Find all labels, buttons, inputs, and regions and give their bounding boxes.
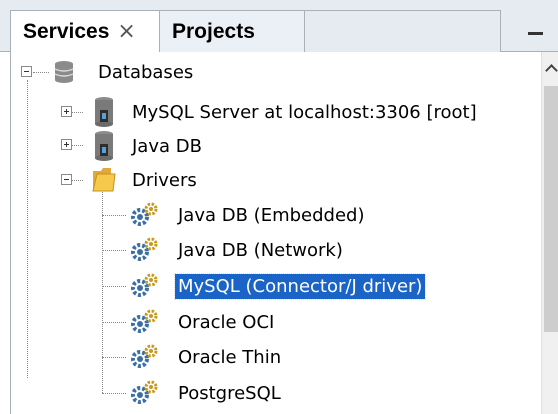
minimize-icon[interactable] xyxy=(528,32,543,35)
scrollbar-thumb[interactable] xyxy=(544,86,558,332)
tree-node-label: Oracle Thin xyxy=(178,346,282,368)
tab-projects-label: Projects xyxy=(172,19,255,43)
tab-services-label: Services xyxy=(23,20,110,43)
tree-node-driver[interactable]: Java DB (Embedded) xyxy=(175,198,367,232)
close-icon[interactable]: × xyxy=(117,21,135,43)
driver-gear-icon xyxy=(131,237,158,261)
vertical-scrollbar[interactable] xyxy=(541,52,558,414)
tree-node-label: Java DB (Embedded) xyxy=(178,204,365,226)
database-icon xyxy=(54,61,74,83)
tab-projects[interactable]: Projects xyxy=(160,10,305,52)
tree-node-label: Drivers xyxy=(132,169,197,191)
tree-node-java-db[interactable]: Java DB xyxy=(129,129,205,163)
collapse-toggle-databases[interactable] xyxy=(21,66,32,77)
tree-guide-line xyxy=(102,357,126,358)
tree-node-label: PostgreSQL xyxy=(178,382,281,404)
tree-node-label: Oracle OCI xyxy=(178,311,275,333)
tree-node-driver-selected[interactable]: MySQL (Connector/J driver) xyxy=(173,269,427,303)
tree-guide-line xyxy=(102,250,126,251)
window-tab-bar: Services × Projects xyxy=(0,0,558,53)
tree-node-label: MySQL Server at localhost:3306 [root] xyxy=(132,101,477,123)
tree-node-driver[interactable]: Java DB (Network) xyxy=(175,233,346,267)
expand-toggle-java-db[interactable] xyxy=(61,139,72,150)
tree-guide-line xyxy=(102,215,126,216)
collapse-toggle-drivers[interactable] xyxy=(61,174,72,185)
server-icon xyxy=(95,131,113,161)
tree-guide-line xyxy=(27,80,28,378)
driver-gear-icon xyxy=(131,202,158,226)
server-icon xyxy=(95,97,113,127)
services-panel: Databases MySQL Server at localhost:3306… xyxy=(10,52,558,414)
tree-guide-line xyxy=(71,112,83,113)
tab-strip-filler xyxy=(305,10,501,52)
driver-gear-icon xyxy=(131,380,158,404)
tree-node-drivers[interactable]: Drivers xyxy=(129,163,200,197)
tree-guide-line xyxy=(71,180,83,181)
tree-node-mysql-server[interactable]: MySQL Server at localhost:3306 [root] xyxy=(129,95,480,129)
tree-node-label: Java DB (Network) xyxy=(178,239,343,261)
tree-guide-line xyxy=(102,322,126,323)
tree-guide-line xyxy=(102,192,103,393)
tree-guide-line xyxy=(71,145,83,146)
services-tree: Databases MySQL Server at localhost:3306… xyxy=(11,52,541,414)
tree-node-driver[interactable]: Oracle OCI xyxy=(175,305,277,339)
driver-gear-icon xyxy=(131,344,158,368)
tree-node-databases[interactable]: Databases xyxy=(95,55,196,89)
tree-node-driver[interactable]: Oracle Thin xyxy=(175,340,284,374)
folder-icon xyxy=(92,168,116,192)
tree-node-label: Databases xyxy=(98,61,194,83)
driver-gear-icon xyxy=(131,309,158,333)
tree-guide-line xyxy=(102,393,126,394)
tree-guide-line xyxy=(33,72,49,73)
tab-services[interactable]: Services × xyxy=(10,10,160,53)
driver-gear-icon xyxy=(131,273,158,297)
scroll-up-arrow-icon[interactable] xyxy=(542,60,558,80)
expand-toggle-mysql-server[interactable] xyxy=(61,106,72,117)
tree-node-label: Java DB xyxy=(132,135,202,157)
tree-guide-line xyxy=(102,286,126,287)
tree-node-driver[interactable]: PostgreSQL xyxy=(175,376,284,410)
tree-node-label: MySQL (Connector/J driver) xyxy=(173,272,427,300)
